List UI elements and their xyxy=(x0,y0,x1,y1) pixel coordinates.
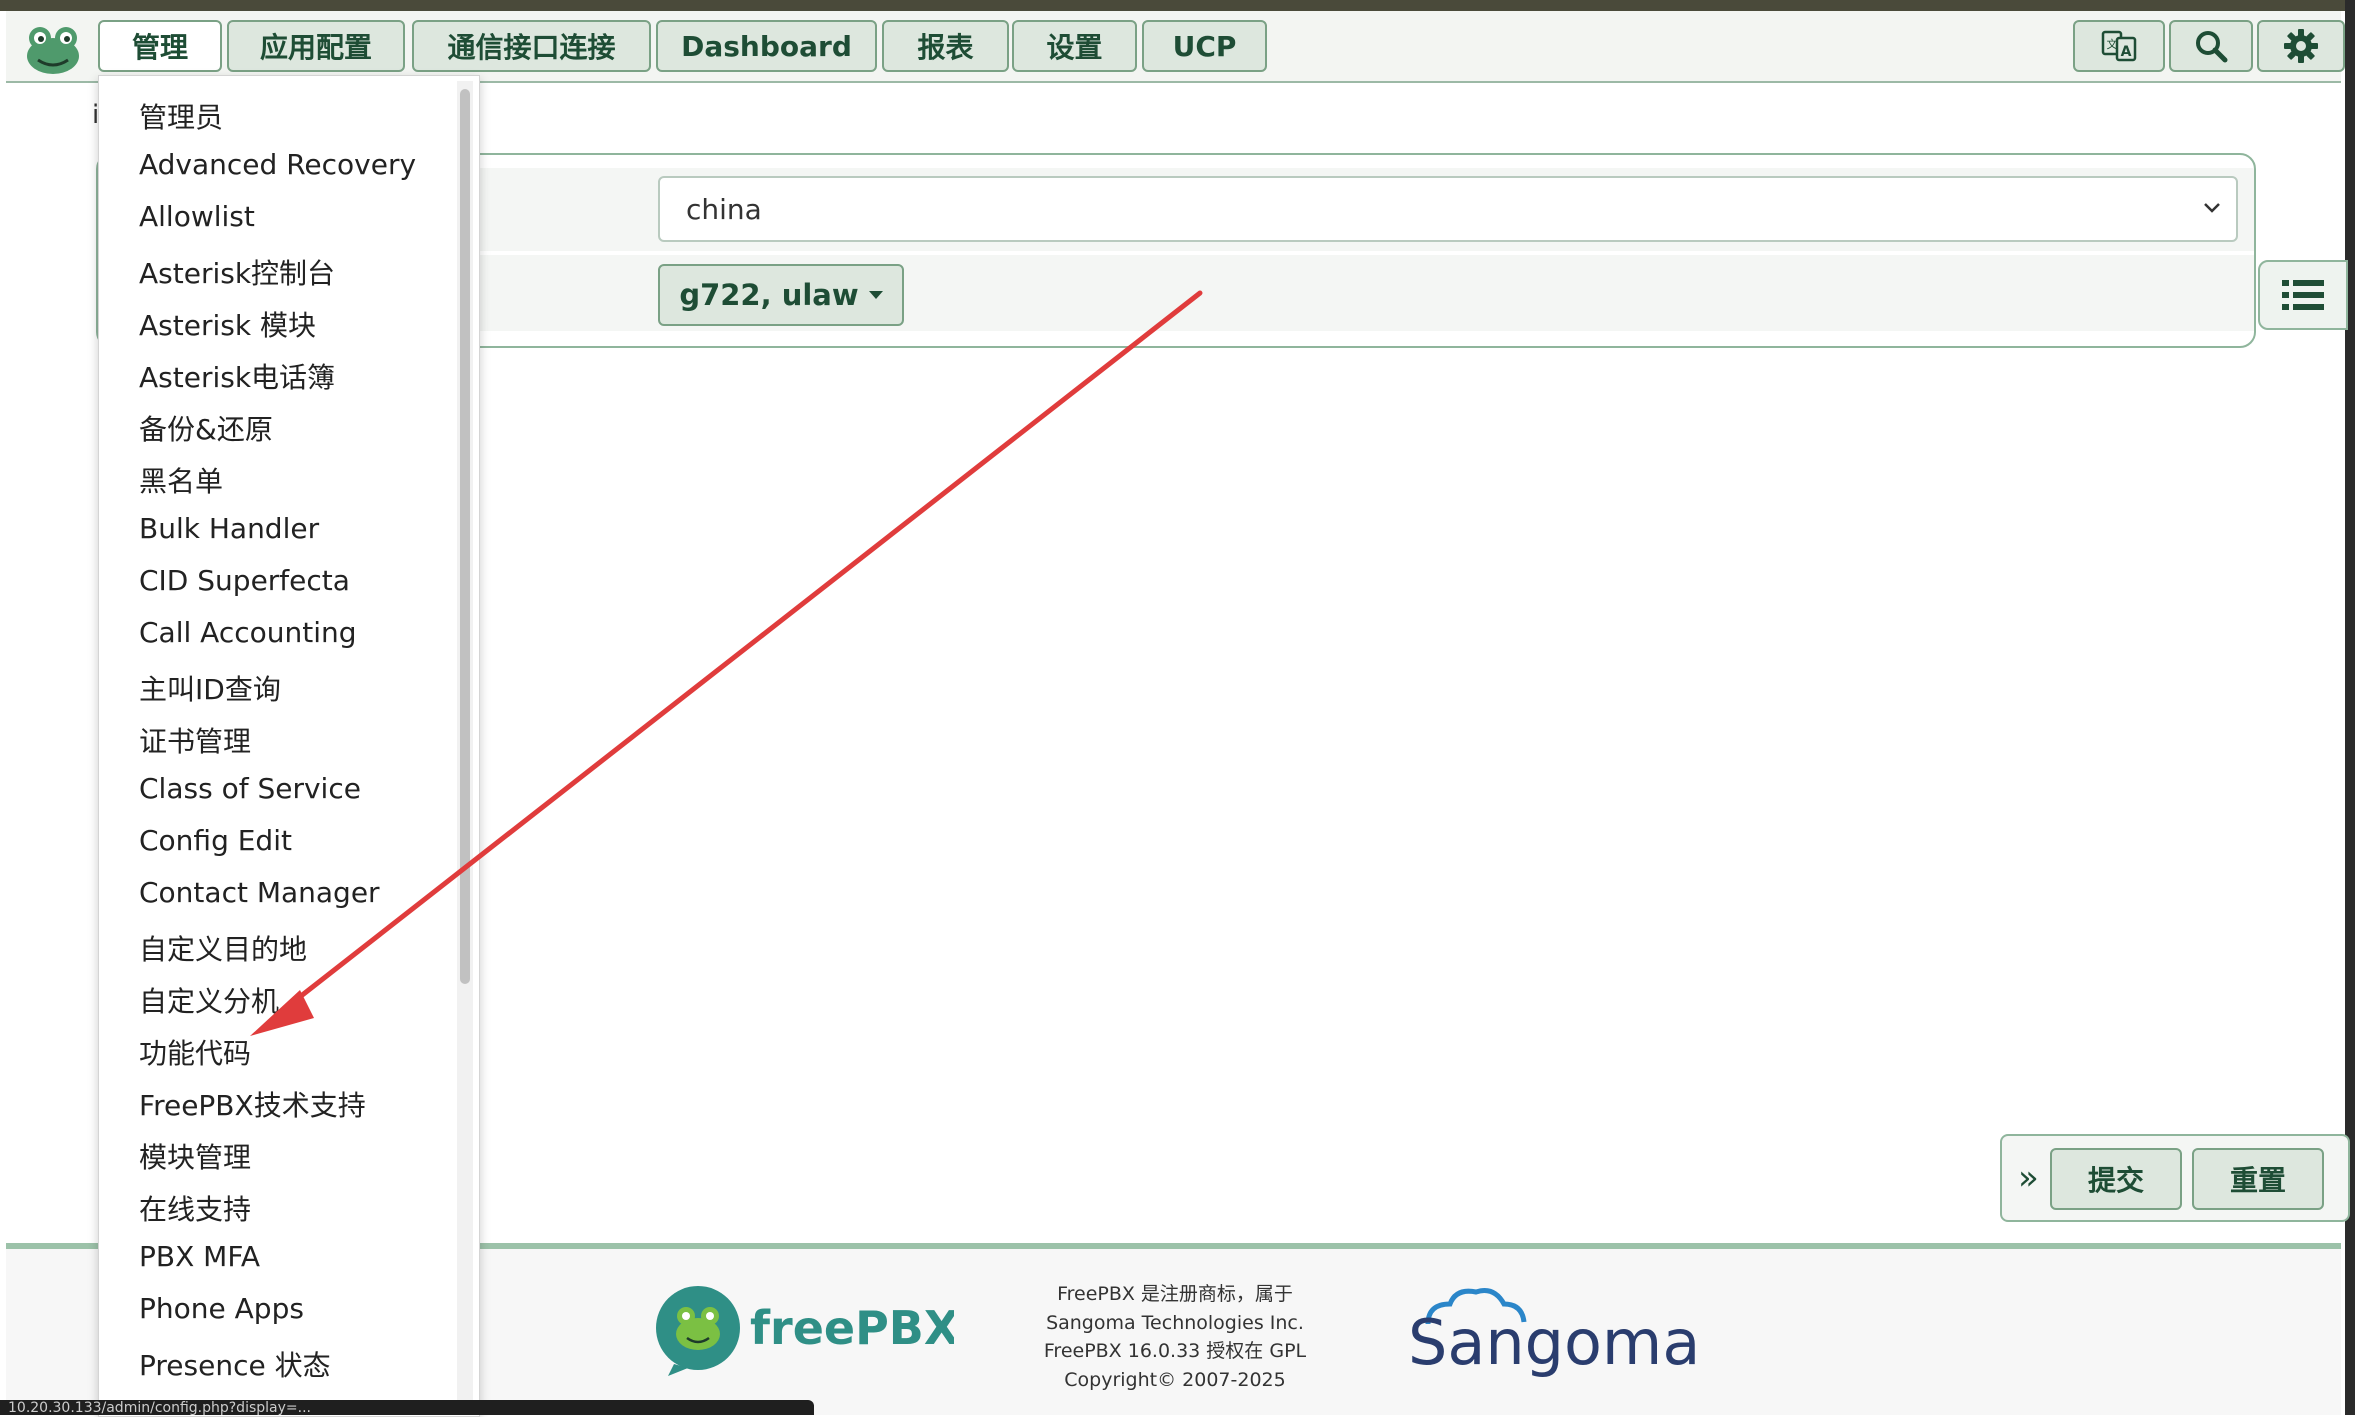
language-button[interactable]: A 文 xyxy=(2073,20,2165,72)
menu-item[interactable]: Asterisk 模块 xyxy=(139,304,316,344)
codec-dropdown-button[interactable]: g722, ulaw xyxy=(658,264,904,326)
nav-admin-button[interactable]: 管理 xyxy=(98,20,222,72)
sangoma-logo[interactable]: Sangoma xyxy=(1398,1284,1748,1384)
list-toggle-button[interactable] xyxy=(2258,260,2348,330)
admin-dropdown-menu: 管理员 Advanced Recovery Allowlist Asterisk控制台… xyxy=(98,75,480,1417)
footer-line-2: Sangoma Technologies Inc. xyxy=(1046,1311,1304,1334)
country-select-value: china xyxy=(686,192,762,226)
menu-item[interactable]: 在线支持 xyxy=(139,1188,251,1228)
search-icon xyxy=(2196,31,2228,63)
nav-dashboard-button[interactable]: Dashboard xyxy=(656,20,877,72)
nav-ucp-label: UCP xyxy=(1172,29,1237,63)
menu-item[interactable]: 模块管理 xyxy=(139,1136,251,1176)
nav-applications-button[interactable]: 应用配置 xyxy=(227,20,405,72)
browser-status-bar: 10.20.30.133/admin/config.php?display=..… xyxy=(0,1400,814,1415)
nav-connectivity-label: 通信接口连接 xyxy=(447,31,616,64)
list-icon xyxy=(2282,280,2324,310)
footer-line-1: FreePBX 是注册商标，属于 xyxy=(1057,1283,1293,1305)
menu-item[interactable]: Call Accounting xyxy=(139,616,357,649)
expand-chevron-icon[interactable]: » xyxy=(2018,1158,2039,1198)
nav-dashboard-label: Dashboard xyxy=(681,29,852,63)
gear-icon xyxy=(2284,29,2318,63)
menu-item[interactable]: FreePBX技术支持 xyxy=(139,1084,366,1124)
top-navigation-bar: 管理 应用配置 通信接口连接 Dashboard 报表 设置 UCP A 文 xyxy=(6,11,2345,83)
search-button[interactable] xyxy=(2169,20,2253,72)
svg-text:A: A xyxy=(2121,44,2132,60)
menu-item[interactable]: 功能代码 xyxy=(139,1032,251,1072)
menu-item[interactable]: 主叫ID查询 xyxy=(139,668,281,708)
nav-applications-label: 应用配置 xyxy=(259,31,372,64)
menu-item[interactable]: 备份&还原 xyxy=(139,408,273,448)
country-select[interactable]: china xyxy=(658,176,2238,242)
menu-item[interactable]: Presence 状态 xyxy=(139,1344,331,1384)
settings-button[interactable] xyxy=(2257,20,2345,72)
menu-item[interactable]: Allowlist xyxy=(139,200,255,233)
menu-item[interactable]: Bulk Handler xyxy=(139,512,319,545)
nav-admin-label: 管理 xyxy=(131,31,188,64)
nav-ucp-button[interactable]: UCP xyxy=(1142,20,1267,72)
nav-reports-button[interactable]: 报表 xyxy=(882,20,1009,72)
dropdown-scrollbar[interactable] xyxy=(457,81,473,1411)
submit-label: 提交 xyxy=(2087,1164,2144,1197)
nav-reports-label: 报表 xyxy=(917,31,974,64)
nav-connectivity-button[interactable]: 通信接口连接 xyxy=(412,20,651,72)
menu-item[interactable]: 自定义分机 xyxy=(139,980,279,1020)
menu-item[interactable]: Contact Manager xyxy=(139,876,380,909)
freepbx-logo-text: freePBX xyxy=(750,1301,954,1355)
menu-item[interactable]: 证书管理 xyxy=(139,720,251,760)
chevron-down-icon xyxy=(2204,203,2220,213)
menu-item[interactable]: Class of Service xyxy=(139,772,361,805)
menu-item[interactable]: Config Edit xyxy=(139,824,292,857)
footer-line-3: FreePBX 16.0.33 授权在 GPL xyxy=(1043,1340,1307,1362)
nav-settings-button[interactable]: 设置 xyxy=(1012,20,1137,72)
reset-label: 重置 xyxy=(2229,1164,2286,1197)
submit-button[interactable]: 提交 xyxy=(2050,1148,2182,1210)
menu-item[interactable]: CID Superfecta xyxy=(139,564,350,597)
sangoma-logo-text: Sangoma xyxy=(1408,1306,1700,1379)
freepbx-logo[interactable]: freePBX xyxy=(654,1284,959,1376)
codec-button-label: g722, ulaw xyxy=(679,278,859,312)
svg-text:文: 文 xyxy=(2107,37,2118,51)
menu-item[interactable]: PBX MFA xyxy=(139,1240,260,1273)
dropdown-scrollbar-thumb[interactable] xyxy=(460,89,470,984)
menu-item[interactable]: Asterisk控制台 xyxy=(139,252,335,292)
menu-item[interactable]: Phone Apps xyxy=(139,1292,304,1325)
menu-item[interactable]: 自定义目的地 xyxy=(139,928,307,968)
caret-down-icon xyxy=(868,291,883,299)
menu-item[interactable]: 管理员 xyxy=(139,96,223,136)
freepbx-frog-icon[interactable] xyxy=(22,22,84,78)
footer-legal-text: FreePBX 是注册商标，属于 Sangoma Technologies In… xyxy=(1015,1280,1335,1394)
menu-item[interactable]: 黑名单 xyxy=(139,460,223,500)
footer-line-4: Copyright© 2007-2025 xyxy=(1064,1368,1286,1391)
translate-icon: A 文 xyxy=(2101,30,2137,62)
menu-item[interactable]: Advanced Recovery xyxy=(139,148,416,181)
reset-button[interactable]: 重置 xyxy=(2192,1148,2324,1210)
nav-settings-label: 设置 xyxy=(1046,31,1103,64)
action-bar: » 提交 重置 xyxy=(2000,1134,2350,1222)
browser-top-strip xyxy=(0,0,2355,11)
menu-item[interactable]: Asterisk电话簿 xyxy=(139,356,335,396)
